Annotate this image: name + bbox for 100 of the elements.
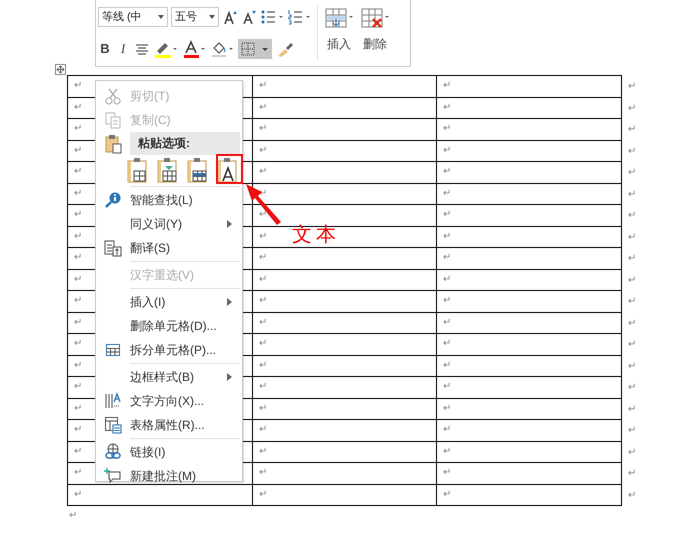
insert-button[interactable]: 插入 — [324, 0, 354, 66]
menu-item[interactable]: 表格属性(R)... — [96, 413, 242, 437]
paragraph-mark: ↵ — [259, 146, 267, 156]
dropdown-caret-icon — [158, 14, 164, 18]
row-end-mark: ↵ — [628, 490, 636, 500]
paragraph-mark: ↵ — [259, 360, 267, 371]
paragraph-mark: ↵ — [74, 446, 82, 457]
copy-icon — [104, 111, 122, 129]
paragraph-mark: ↵ — [443, 490, 451, 500]
italic-button[interactable]: I — [116, 40, 130, 56]
shrink-font-icon[interactable] — [241, 8, 257, 24]
shading-icon[interactable] — [210, 40, 234, 58]
paragraph-mark: ↵ — [259, 296, 267, 306]
paragraph-mark: ↵ — [443, 102, 451, 113]
paragraph-mark: ↵ — [259, 490, 267, 500]
font-size-field[interactable]: 五号 — [171, 6, 219, 26]
paragraph-mark: ↵ — [74, 382, 82, 392]
menu-item[interactable]: 边框样式(B) — [96, 365, 242, 389]
paragraph-mark: ↵ — [74, 81, 82, 92]
row-end-mark: ↵ — [628, 211, 636, 221]
font-color-icon[interactable] — [182, 40, 206, 58]
row-end-mark: ↵ — [628, 254, 636, 264]
paragraph-mark: ↵ — [259, 425, 267, 436]
row-end-mark: ↵ — [628, 404, 636, 414]
paragraph-mark: ↵ — [443, 81, 451, 92]
table-grid-icon — [105, 342, 121, 358]
paragraph-mark: ↵ — [259, 232, 267, 242]
paragraph-mark: ↵ — [259, 102, 267, 113]
menu-item[interactable]: 文字方向(X)... — [96, 389, 242, 413]
row-end-mark: ↵ — [628, 104, 636, 114]
submenu-arrow-icon — [227, 298, 233, 306]
arrow-annotation — [244, 182, 284, 226]
paragraph-mark: ↵ — [74, 102, 82, 113]
search-icon — [104, 191, 122, 209]
paragraph-mark: ↵ — [443, 404, 451, 414]
paragraph-mark: ↵ — [443, 446, 451, 457]
paragraph-mark: ↵ — [74, 339, 82, 350]
menu-item[interactable]: 删除单元格(D)... — [96, 314, 242, 338]
link-icon — [104, 443, 122, 461]
paragraph-mark: ↵ — [259, 404, 267, 414]
translate-icon — [104, 239, 122, 257]
clipboard-icon — [104, 134, 122, 154]
paragraph-mark: ↵ — [443, 253, 451, 264]
paragraph-mark: ↵ — [443, 274, 451, 285]
paragraph-mark: ↵ — [259, 124, 267, 134]
menu-item[interactable]: 同义词(Y) — [96, 212, 242, 236]
menu-item[interactable]: 插入(I) — [96, 290, 242, 314]
paragraph-mark: ↵ — [259, 446, 267, 457]
row-end-mark: ↵ — [628, 146, 636, 156]
table-move-handle-icon[interactable] — [55, 64, 66, 75]
paragraph-mark: ↵ — [259, 339, 267, 350]
paragraph-mark: ↵ — [443, 468, 451, 478]
grow-font-icon[interactable] — [222, 8, 238, 24]
row-end-mark: ↵ — [628, 125, 636, 135]
bold-button[interactable]: B — [98, 41, 112, 56]
row-end-mark: ↵ — [628, 318, 636, 328]
paragraph-mark: ↵ — [74, 167, 82, 178]
menu-item[interactable]: 翻译(S) — [96, 236, 242, 260]
menu-item[interactable]: 拆分单元格(P)... — [96, 338, 242, 362]
row-end-mark: ↵ — [628, 276, 636, 286]
paragraph-mark: ↵ — [69, 511, 78, 521]
paragraph-mark: ↵ — [259, 210, 267, 220]
row-end-mark: ↵ — [628, 426, 636, 436]
paragraph-mark: ↵ — [74, 360, 82, 371]
delete-button[interactable]: 删除 — [360, 0, 390, 66]
row-end-mark: ↵ — [628, 82, 636, 92]
font-field[interactable]: 等线 (中 — [98, 6, 168, 26]
paragraph-mark: ↵ — [74, 404, 82, 414]
paragraph-mark: ↵ — [74, 318, 82, 328]
paragraph-mark: ↵ — [259, 382, 267, 392]
paragraph-mark: ↵ — [74, 146, 82, 156]
delete-table-icon — [360, 8, 390, 30]
highlight-frame — [216, 154, 243, 184]
menu-item[interactable]: 链接(I) — [96, 440, 242, 464]
row-end-mark: ↵ — [628, 340, 636, 350]
numbered-list-icon[interactable] — [287, 8, 311, 24]
paragraph-mark: ↵ — [259, 253, 267, 264]
paragraph-mark: ↵ — [443, 188, 451, 199]
paragraph-mark: ↵ — [443, 425, 451, 436]
paragraph-mark: ↵ — [74, 210, 82, 220]
menu-section-header: 粘贴选项: — [130, 132, 240, 155]
submenu-arrow-icon — [227, 220, 233, 228]
bullet-list-icon[interactable] — [260, 8, 284, 24]
paragraph-mark: ↵ — [443, 296, 451, 306]
menu-item[interactable]: 智能查找(L) — [96, 188, 242, 212]
paragraph-mark: ↵ — [259, 167, 267, 178]
paragraph-mark: ↵ — [259, 81, 267, 92]
row-end-mark: ↵ — [628, 190, 636, 200]
annotation-label: 文本 — [292, 223, 340, 248]
paragraph-mark: ↵ — [443, 382, 451, 392]
borders-icon[interactable] — [238, 38, 272, 58]
menu-item[interactable]: 新建批注(M) — [96, 464, 242, 488]
row-end-mark: ↵ — [628, 448, 636, 458]
paragraph-mark: ↵ — [74, 296, 82, 306]
paragraph-mark: ↵ — [74, 124, 82, 134]
paragraph-mark: ↵ — [74, 232, 82, 242]
paragraph-mark: ↵ — [443, 146, 451, 156]
insert-rows-icon — [324, 8, 354, 30]
row-end-mark: ↵ — [628, 469, 636, 479]
paragraph-mark: ↵ — [443, 124, 451, 134]
